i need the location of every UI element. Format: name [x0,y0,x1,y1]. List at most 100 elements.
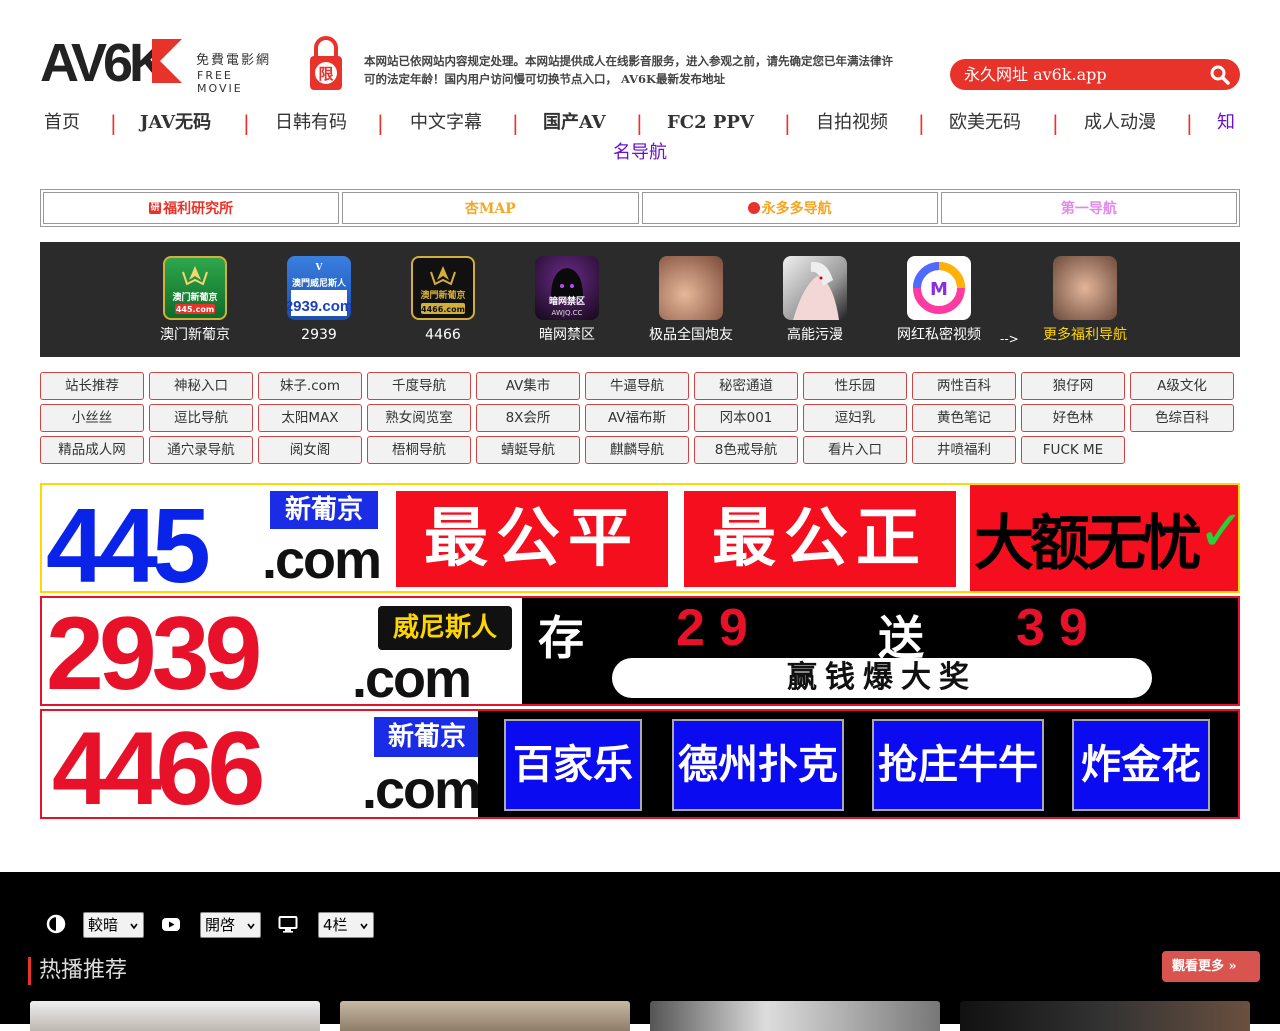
partner-link[interactable]: 看片入口 [803,436,907,464]
partner-link[interactable]: FUCK ME [1021,436,1125,464]
partner-link[interactable]: 井喷福利 [912,436,1016,464]
subnav-yongduoduo[interactable]: 永多多导航 [641,192,938,224]
app-label: 极品全国炮友 [649,327,733,343]
app-4466[interactable]: 澳門新葡京 4466.com 4466 [388,256,498,346]
site-logo[interactable]: AV6K 免費電影網 FREE MOVIE [40,33,280,95]
partner-link[interactable]: 8X会所 [476,404,580,432]
theme-select[interactable]: 較暗 [83,912,144,938]
app-more-welfare[interactable]: 更多福利导航 [1030,256,1140,346]
partner-link[interactable]: 冈本001 [694,404,798,432]
partner-link[interactable]: 太阳MAX [258,404,362,432]
video-thumbnail[interactable] [340,1001,630,1031]
nav-domestic-av[interactable]: 国产AV [543,110,606,136]
app-dark-web-zone[interactable]: 暗网禁区 AWJQ.CC 暗网禁区 [512,256,622,346]
app-2939[interactable]: V 澳門威尼斯人 2939.com 2939 [264,256,374,346]
video-thumbnail[interactable] [30,1001,320,1031]
partner-link[interactable]: 狼仔网 [1021,372,1125,400]
ad-banner-445[interactable]: 445 新葡京 .com 最公平 最公正 大额无忧 ✓ [40,483,1240,593]
partner-link[interactable]: 麒麟导航 [585,436,689,464]
app-hentai-comics[interactable]: 高能污漫 [760,256,870,346]
nav-jk-censored[interactable]: 日韩有码 [275,110,347,136]
nav-adult-anime[interactable]: 成人动漫 [1084,110,1156,136]
subnav-welfare-institute[interactable]: 研 福利研究所 [43,192,340,224]
theme-select-value: 較暗 [88,916,119,934]
partner-link[interactable]: 站长推荐 [40,372,144,400]
svg-text:445.com: 445.com [176,305,214,314]
anime-art-icon [783,256,847,320]
partner-link[interactable]: 8色戒导航 [694,436,798,464]
more-welfare-photo-icon [1053,256,1117,320]
app-macau-lisboa[interactable]: 澳门新葡京 445.com 澳门新葡京 [140,256,250,346]
partner-link[interactable]: 逗妇乳 [803,404,907,432]
partner-link[interactable]: 牛逼导航 [585,372,689,400]
nav-fc2-ppv[interactable]: FC2 PPV [667,110,754,136]
nav-home[interactable]: 首页 [44,110,80,136]
partner-link[interactable]: A级文化 [1130,372,1234,400]
subnav-xing-map[interactable]: 杏MAP [342,192,639,224]
nav-jav-uncensored[interactable]: JAV无码 [140,110,211,136]
venetian-2939-icon: V 澳門威尼斯人 2939.com [287,256,351,320]
partner-link[interactable]: 梧桐导航 [367,436,471,464]
ad-banner-4466[interactable]: 4466 新葡京 .com 百家乐 德州扑克 抢庄牛牛 炸金花 [40,709,1240,819]
partner-link[interactable]: 性乐园 [803,372,907,400]
nav-famous-nav-end[interactable]: 名导航 [613,140,667,166]
banner-dotcom: .com [352,649,472,706]
partner-link[interactable]: AV集市 [476,372,580,400]
lisboa-4466-icon: 澳門新葡京 4466.com [411,256,475,320]
partner-link[interactable]: 秘密通道 [694,372,798,400]
monitor-icon [278,916,298,933]
search-icon[interactable] [1210,65,1230,85]
partner-link[interactable]: 两性百科 [912,372,1016,400]
hookup-photo-icon [659,256,723,320]
partner-link[interactable]: 色综百科 [1130,404,1234,432]
app-label: 4466 [425,327,461,343]
partner-link[interactable]: AV福布斯 [585,404,689,432]
partner-link[interactable]: 千度导航 [367,372,471,400]
partner-link[interactable]: 通穴录导航 [149,436,253,464]
promo-amount-a: 29 [676,599,762,657]
partner-link[interactable]: 精品成人网 [40,436,144,464]
search-input[interactable] [964,63,1204,85]
svg-text:M: M [930,279,948,300]
app-label: 暗网禁区 [539,327,595,343]
banner-tag: 新葡京 [374,717,480,757]
partner-link[interactable]: 小丝丝 [40,404,144,432]
subnav-label: 永多多导航 [761,201,832,217]
banner-number: 4466 [52,711,265,819]
ad-banner-2939[interactable]: 2939 威尼斯人 .com 存 29 送 39 赢钱爆大奖 [40,596,1240,706]
nav-selfie-video[interactable]: 自拍视频 [816,110,888,136]
notice-latest-link[interactable]: AV6K最新发布地址 [621,72,725,86]
app-hookup[interactable]: 极品全国炮友 [636,256,746,346]
search-bar [950,59,1240,90]
columns-select[interactable]: 4栏 [318,912,374,938]
main-nav: 首页 | JAV无码 | 日韩有码 | 中文字幕 | 国产AV | FC2 PP… [40,110,1240,170]
partner-link[interactable]: 逗比导航 [149,404,253,432]
nav-famous-nav-start[interactable]: 知 [1217,110,1235,136]
logo-sub-en: FREE MOVIE [197,69,243,95]
video-thumbnail[interactable] [650,1001,940,1031]
view-more-button[interactable]: 觀看更多 » [1162,951,1260,982]
game-niuniu: 抢庄牛牛 [872,719,1044,811]
nav-separator: | [243,111,250,135]
banner-dotcom: .com [262,530,382,590]
subnav-first-nav[interactable]: 第一导航 [940,192,1237,224]
subnav-label: 杏MAP [464,201,516,217]
columns-select-value: 4栏 [323,916,348,934]
partner-link[interactable]: 熟女阅览室 [367,404,471,432]
partner-link[interactable]: 阅女阁 [258,436,362,464]
partner-link[interactable]: 神秘入口 [149,372,253,400]
logo-text: AV6K [40,35,168,87]
partner-link[interactable]: 妹子.com [258,372,362,400]
app-influencer-videos[interactable]: M 网红私密视频 [884,256,994,346]
autoplay-select[interactable]: 開啓 [200,912,261,938]
partner-link[interactable]: 好色林 [1021,404,1125,432]
svg-text:2939.com: 2939.com [287,298,351,315]
nav-western-uncensored[interactable]: 欧美无码 [949,110,1021,136]
nav-separator: | [377,111,384,135]
logo-sub-cn: 免費電影網 [196,53,272,68]
partner-link[interactable]: 蜻蜓导航 [476,436,580,464]
chevron-down-icon [247,923,255,930]
nav-chinese-subs[interactable]: 中文字幕 [410,110,482,136]
partner-link[interactable]: 黄色笔记 [912,404,1016,432]
video-thumbnail[interactable] [960,1001,1250,1031]
